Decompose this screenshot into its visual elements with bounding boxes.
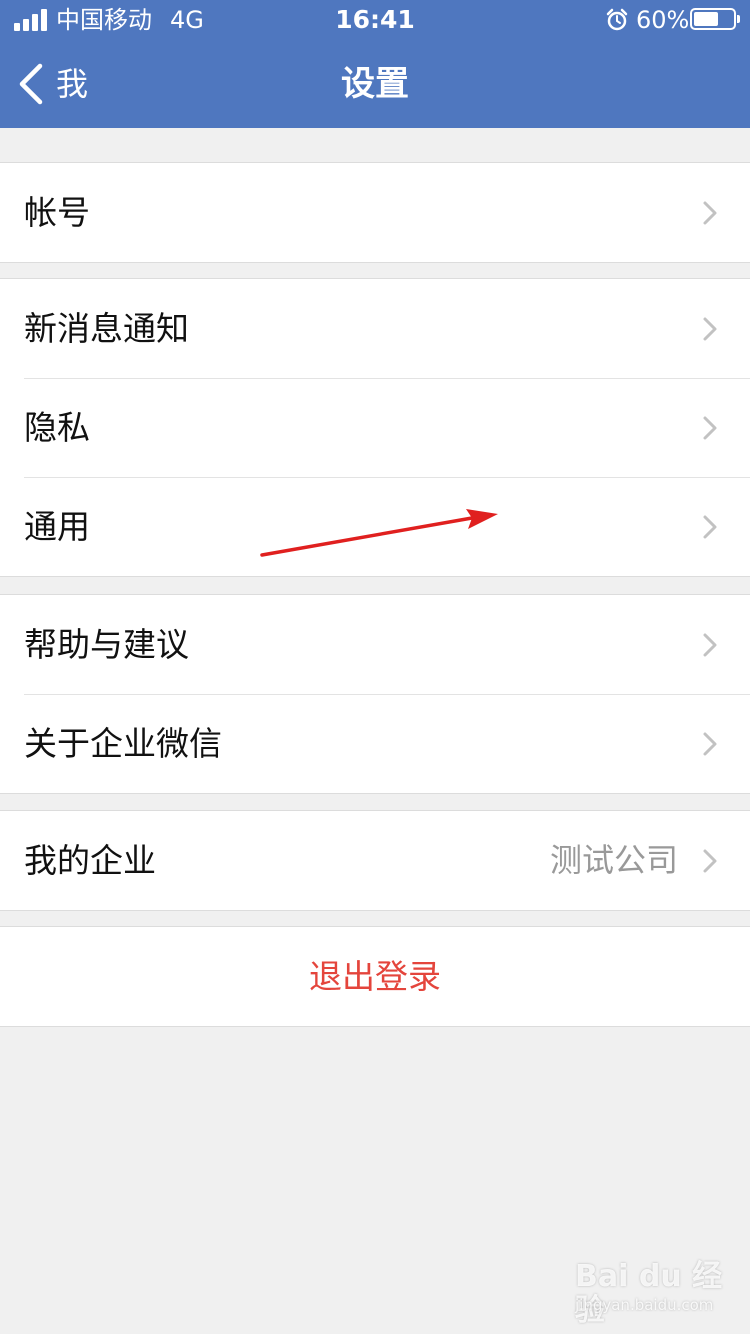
annotation-arrow: [260, 509, 498, 557]
settings-row-my-enterprise[interactable]: 我的企业 测试公司: [0, 811, 750, 910]
settings-row-about[interactable]: 关于企业微信: [0, 694, 750, 793]
page-title: 设置: [341, 64, 409, 104]
settings-row-help-feedback[interactable]: 帮助与建议: [0, 595, 750, 694]
chevron-right-icon: [703, 515, 717, 539]
settings-row-account[interactable]: 帐号: [0, 163, 750, 262]
chevron-right-icon: [703, 633, 717, 657]
status-bar: 中国移动 4G 16:41 60%: [0, 0, 750, 40]
back-label: 我: [56, 65, 89, 103]
chevron-right-icon: [703, 732, 717, 756]
chevron-right-icon: [703, 849, 717, 873]
row-label: 帐号: [24, 193, 90, 232]
battery-icon: [690, 8, 740, 30]
logout-group: 退出登录: [0, 926, 750, 1027]
watermark-sub: jingyan.baidu.com: [575, 1296, 714, 1314]
back-chevron-icon: [19, 63, 43, 105]
chevron-right-icon: [703, 416, 717, 440]
settings-group-account: 帐号: [0, 162, 750, 263]
watermark-main: Bai du 经验: [575, 1259, 723, 1328]
row-label: 帮助与建议: [24, 625, 189, 664]
chevron-right-icon: [703, 317, 717, 341]
header: 中国移动 4G 16:41 60% 我 设置: [0, 0, 750, 128]
back-button[interactable]: 我: [16, 60, 88, 108]
row-label: 通用: [24, 507, 90, 546]
row-label: 关于企业微信: [24, 724, 222, 763]
watermark: Bai du 经验 jingyan.baidu.com: [575, 1252, 725, 1328]
settings-group-help: 帮助与建议 关于企业微信: [0, 594, 750, 794]
chevron-right-icon: [703, 201, 717, 225]
row-value: 测试公司: [549, 841, 678, 879]
settings-row-privacy[interactable]: 隐私: [0, 378, 750, 477]
battery-percent: 60%: [636, 6, 690, 34]
row-label: 我的企业: [24, 841, 156, 880]
logout-button[interactable]: 退出登录: [0, 927, 750, 1026]
row-label: 隐私: [24, 408, 90, 447]
alarm-icon: [606, 8, 628, 31]
row-label: 新消息通知: [24, 309, 189, 348]
settings-group-enterprise: 我的企业 测试公司: [0, 810, 750, 911]
settings-row-notifications[interactable]: 新消息通知: [0, 279, 750, 378]
